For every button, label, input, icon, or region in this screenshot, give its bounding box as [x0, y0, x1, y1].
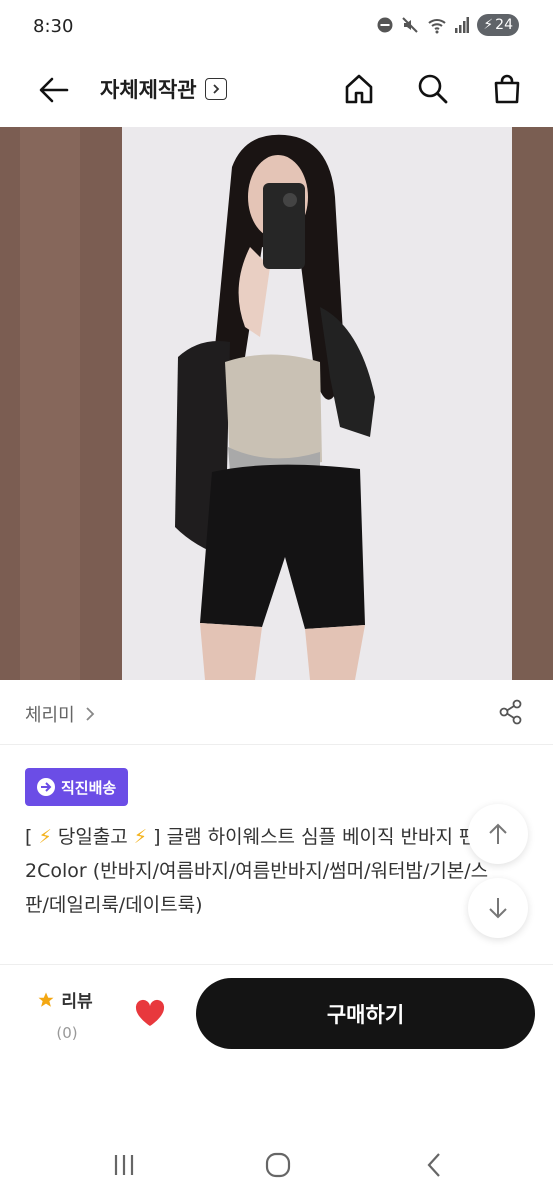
title-open-bracket: [: [25, 826, 39, 848]
home-nav-button[interactable]: [258, 1148, 298, 1182]
signal-icon: [455, 16, 470, 34]
wifi-icon: [427, 16, 447, 34]
status-bar: 8:30 ⚡ 24: [0, 0, 553, 54]
lightning-icon: ⚡: [133, 826, 148, 848]
status-time: 8:30: [33, 16, 74, 37]
review-count: (0): [56, 1024, 78, 1042]
mute-icon: [401, 16, 419, 34]
seller-link[interactable]: 체리미: [25, 701, 95, 727]
recent-apps-button[interactable]: [104, 1148, 144, 1182]
back-nav-button[interactable]: [414, 1148, 454, 1182]
store-title: 자체제작관: [100, 78, 197, 102]
shopping-bag-icon: [494, 74, 520, 104]
like-button[interactable]: [130, 993, 170, 1033]
scroll-up-button[interactable]: [468, 804, 528, 864]
cart-button[interactable]: [484, 66, 530, 112]
purchase-bar: 리뷰 (0) 구매하기: [0, 964, 553, 1054]
star-icon: [38, 992, 54, 1007]
search-button[interactable]: [410, 66, 456, 112]
seller-row: 체리미: [0, 681, 553, 745]
product-photo: [0, 127, 553, 680]
buy-button[interactable]: 구매하기: [196, 978, 535, 1049]
status-icons: ⚡ 24: [377, 14, 519, 36]
battery-level: 24: [495, 17, 513, 33]
store-title-link[interactable]: 자체제작관: [100, 74, 227, 104]
share-icon: [499, 699, 522, 725]
home-button[interactable]: [336, 66, 382, 112]
seller-name: 체리미: [25, 705, 75, 726]
recent-apps-icon: [114, 1155, 134, 1175]
title-same-day: 당일출고: [51, 826, 134, 848]
direct-delivery-badge: 직진배송: [25, 768, 129, 806]
back-button[interactable]: [32, 68, 76, 112]
review-summary[interactable]: 리뷰 (0): [30, 987, 100, 1042]
home-circle-icon: [265, 1152, 291, 1178]
search-icon: [418, 74, 448, 104]
chevron-right-icon: [86, 707, 94, 721]
arrow-left-icon: [39, 77, 69, 103]
top-header: 자체제작관: [0, 54, 553, 126]
scroll-down-button[interactable]: [468, 878, 528, 938]
charging-icon: ⚡: [483, 17, 494, 33]
battery-indicator: ⚡ 24: [477, 14, 519, 36]
arrow-right-circle-icon: [37, 778, 55, 796]
product-image-carousel[interactable]: [0, 127, 553, 680]
chevron-right-icon: [204, 78, 227, 100]
arrow-down-icon: [489, 898, 507, 919]
review-label: 리뷰: [61, 992, 93, 1012]
arrow-up-icon: [489, 823, 507, 844]
do-not-disturb-icon: [377, 17, 393, 33]
share-button[interactable]: [497, 698, 525, 726]
system-nav-bar: [0, 1130, 553, 1200]
home-icon: [345, 74, 373, 104]
badge-label: 직진배송: [61, 778, 117, 797]
lightning-icon: ⚡: [38, 826, 52, 848]
chevron-left-icon: [427, 1153, 440, 1177]
heart-icon: [135, 999, 165, 1026]
review-label-row: 리뷰: [30, 987, 100, 1012]
product-title: [ ⚡ 당일출고 ⚡ ] 글램 하이웨스트 심플 베이직 반바지 팬츠 2Col…: [25, 820, 505, 922]
